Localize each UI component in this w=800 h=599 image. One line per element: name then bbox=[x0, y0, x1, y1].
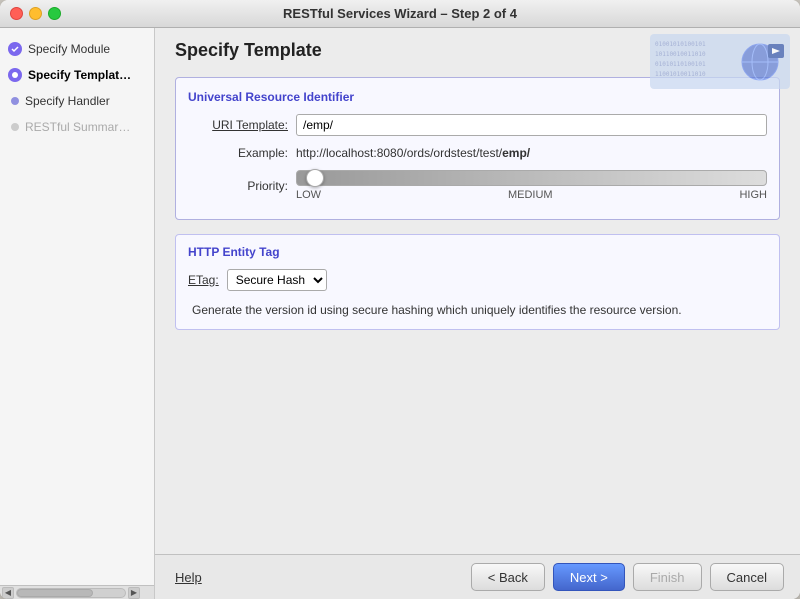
main-content: Specify Module Specify Templat… Specify … bbox=[0, 28, 800, 599]
sidebar-item-specify-module[interactable]: Specify Module bbox=[0, 38, 154, 60]
uri-template-label: URI Template: bbox=[188, 118, 288, 132]
example-value: http://localhost:8080/ords/ordstest/test… bbox=[296, 146, 530, 160]
priority-row: Priority: LOW MEDIUM HIGH bbox=[188, 170, 767, 201]
etag-label: ETag: bbox=[188, 273, 219, 287]
header-graphic: 01001010100101 10110010011010 0101011010… bbox=[650, 34, 790, 89]
slider-low-label: LOW bbox=[296, 189, 321, 201]
panel-header: Specify Template 01001010100101 10110010… bbox=[155, 28, 800, 69]
priority-slider[interactable] bbox=[296, 170, 767, 186]
panel: Specify Template 01001010100101 10110010… bbox=[155, 28, 800, 599]
etag-section: HTTP Entity Tag ETag: Secure Hash Custom… bbox=[175, 234, 780, 330]
example-prefix: http://localhost:8080/ords/ordstest/test… bbox=[296, 146, 502, 160]
back-button[interactable]: < Back bbox=[471, 563, 545, 591]
wizard-window: RESTful Services Wizard – Step 2 of 4 Sp… bbox=[0, 0, 800, 599]
slider-medium-label: MEDIUM bbox=[508, 189, 553, 201]
uri-template-input[interactable] bbox=[296, 114, 767, 136]
cancel-button[interactable]: Cancel bbox=[710, 563, 784, 591]
slider-labels: LOW MEDIUM HIGH bbox=[296, 189, 767, 201]
scroll-right-button[interactable]: ▶ bbox=[128, 587, 140, 599]
svg-text:11001010011010: 11001010011010 bbox=[655, 71, 706, 78]
etag-select[interactable]: Secure Hash Custom None bbox=[227, 269, 327, 291]
step-icon-pending bbox=[11, 97, 19, 105]
traffic-lights bbox=[10, 7, 61, 20]
scroll-thumb bbox=[17, 589, 93, 597]
sidebar-item-label: RESTful Summar… bbox=[25, 120, 130, 134]
uri-template-row: URI Template: bbox=[188, 114, 767, 136]
help-button[interactable]: Help bbox=[171, 570, 206, 585]
step-icon-current bbox=[8, 68, 22, 82]
titlebar: RESTful Services Wizard – Step 2 of 4 bbox=[0, 0, 800, 28]
sidebar-item-restful-summary: RESTful Summar… bbox=[0, 116, 154, 138]
example-bold: emp/ bbox=[502, 146, 530, 160]
content-area: Universal Resource Identifier URI Templa… bbox=[155, 69, 800, 554]
sidebar-scrollbar[interactable]: ◀ ▶ bbox=[0, 585, 154, 599]
bottom-bar: Help < Back Next > Finish Cancel bbox=[155, 554, 800, 599]
scroll-track bbox=[16, 588, 126, 598]
close-button[interactable] bbox=[10, 7, 23, 20]
example-label: Example: bbox=[188, 146, 288, 160]
priority-label: Priority: bbox=[188, 179, 288, 193]
svg-text:01001010100101: 01001010100101 bbox=[655, 41, 706, 48]
sidebar-item-specify-handler[interactable]: Specify Handler bbox=[0, 90, 154, 112]
step-icon-disabled bbox=[11, 123, 19, 131]
next-button[interactable]: Next > bbox=[553, 563, 625, 591]
sidebar-item-label: Specify Module bbox=[28, 42, 110, 56]
uri-section-title: Universal Resource Identifier bbox=[188, 90, 767, 104]
finish-button[interactable]: Finish bbox=[633, 563, 702, 591]
step-icon-done bbox=[8, 42, 22, 56]
slider-container: LOW MEDIUM HIGH bbox=[296, 170, 767, 201]
etag-row: ETag: Secure Hash Custom None bbox=[188, 269, 767, 291]
minimize-button[interactable] bbox=[29, 7, 42, 20]
svg-text:01010110100101: 01010110100101 bbox=[655, 61, 706, 68]
uri-section: Universal Resource Identifier URI Templa… bbox=[175, 77, 780, 220]
scroll-left-button[interactable]: ◀ bbox=[2, 587, 14, 599]
etag-description: Generate the version id using secure has… bbox=[192, 301, 767, 319]
sidebar-item-label: Specify Templat… bbox=[28, 68, 131, 82]
sidebar-item-label: Specify Handler bbox=[25, 94, 110, 108]
slider-high-label: HIGH bbox=[739, 189, 767, 201]
sidebar: Specify Module Specify Templat… Specify … bbox=[0, 28, 155, 599]
svg-text:10110010011010: 10110010011010 bbox=[655, 51, 706, 58]
sidebar-item-specify-template[interactable]: Specify Templat… bbox=[0, 64, 154, 86]
etag-section-title: HTTP Entity Tag bbox=[188, 245, 767, 259]
example-row: Example: http://localhost:8080/ords/ords… bbox=[188, 146, 767, 160]
window-title: RESTful Services Wizard – Step 2 of 4 bbox=[283, 6, 517, 21]
maximize-button[interactable] bbox=[48, 7, 61, 20]
